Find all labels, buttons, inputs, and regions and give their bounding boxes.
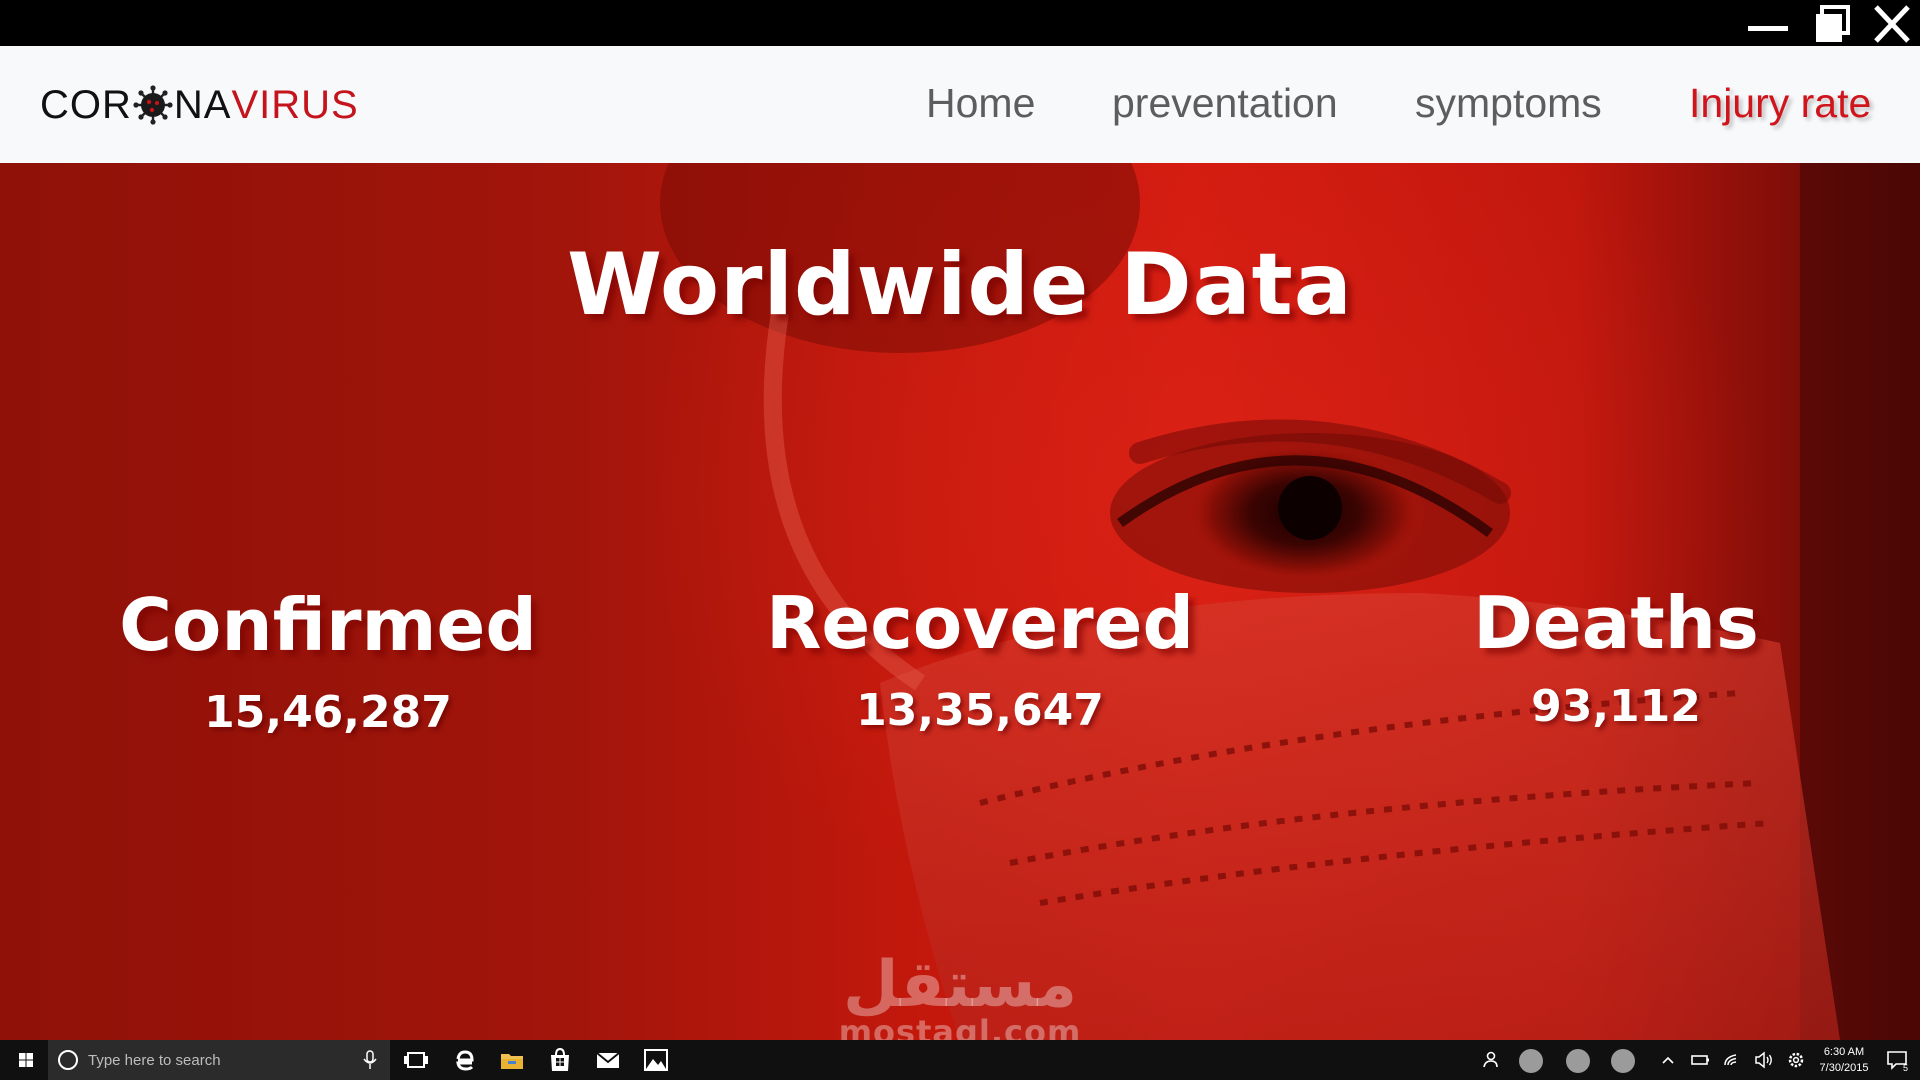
page-title: Worldwide Data	[567, 235, 1353, 335]
battery-icon[interactable]	[1686, 1046, 1714, 1074]
stat-recovered: Recovered 13,35,647	[680, 581, 1280, 736]
window-titlebar	[0, 0, 1920, 46]
clock-date: 7/30/2015	[1819, 1062, 1869, 1074]
stat-value: 15,46,287	[204, 687, 452, 738]
tray-app-icon[interactable]	[1566, 1049, 1590, 1073]
stat-value: 93,112	[1531, 681, 1701, 732]
nav-item-injury-rate[interactable]: Injury rate	[1689, 80, 1871, 127]
nav-item-preventation[interactable]: preventation	[1112, 80, 1338, 127]
stat-deaths: Deaths 93,112	[1316, 581, 1916, 732]
chevron-up-icon[interactable]	[1654, 1046, 1682, 1074]
watermark: مستقل mostaql.com	[820, 953, 1100, 1040]
minimize-icon[interactable]	[1744, 4, 1792, 44]
store-icon[interactable]	[546, 1046, 574, 1074]
notification-count: 5	[1903, 1063, 1908, 1073]
logo-text-part2: NA	[173, 82, 232, 127]
virus-icon	[133, 85, 173, 125]
cortana-icon	[58, 1050, 78, 1070]
action-center-icon[interactable]: 5	[1884, 1046, 1912, 1074]
watermark-latin: mostaql.com	[838, 1013, 1082, 1040]
maximize-icon[interactable]	[1808, 4, 1856, 44]
hero-section: Worldwide Data Confirmed 15,46,287 Recov…	[0, 163, 1920, 1040]
photos-icon[interactable]	[642, 1046, 670, 1074]
taskbar-search-box[interactable]: Type here to search	[48, 1040, 390, 1080]
logo-text-part1: COR	[40, 82, 132, 127]
people-icon[interactable]	[1476, 1046, 1504, 1074]
mail-icon[interactable]	[594, 1046, 622, 1074]
taskbar: Type here to search 6:30 AM 7/30/2015 5	[0, 1040, 1920, 1080]
stat-label: Confirmed	[119, 583, 537, 667]
watermark-arabic: مستقل	[842, 948, 1078, 1022]
stat-confirmed: Confirmed 15,46,287	[28, 583, 628, 738]
clock-time: 6:30 AM	[1823, 1046, 1865, 1058]
taskbar-clock[interactable]: 6:30 AM 7/30/2015	[1806, 1044, 1882, 1076]
tray-app-icon[interactable]	[1519, 1049, 1543, 1073]
microphone-icon[interactable]	[362, 1050, 378, 1070]
edge-browser-icon[interactable]	[450, 1046, 478, 1074]
volume-icon[interactable]	[1750, 1046, 1778, 1074]
task-view-icon[interactable]	[402, 1046, 430, 1074]
file-explorer-icon[interactable]	[498, 1046, 526, 1074]
tray-app-icon[interactable]	[1611, 1049, 1635, 1073]
site-logo[interactable]: COR NA VIRUS	[40, 80, 359, 130]
navbar: COR NA VIRUS Home preventation symptoms …	[0, 46, 1920, 163]
logo-text-part3: VIRUS	[231, 82, 359, 127]
wifi-icon[interactable]	[1718, 1046, 1746, 1074]
stat-label: Recovered	[765, 581, 1195, 665]
stat-value: 13,35,647	[856, 685, 1104, 736]
stat-label: Deaths	[1473, 581, 1759, 665]
close-icon[interactable]	[1868, 4, 1916, 44]
nav-item-symptoms[interactable]: symptoms	[1415, 80, 1602, 127]
windows-start-icon[interactable]	[6, 1040, 46, 1080]
search-placeholder: Type here to search	[88, 1051, 221, 1069]
nav-item-home[interactable]: Home	[926, 80, 1035, 127]
